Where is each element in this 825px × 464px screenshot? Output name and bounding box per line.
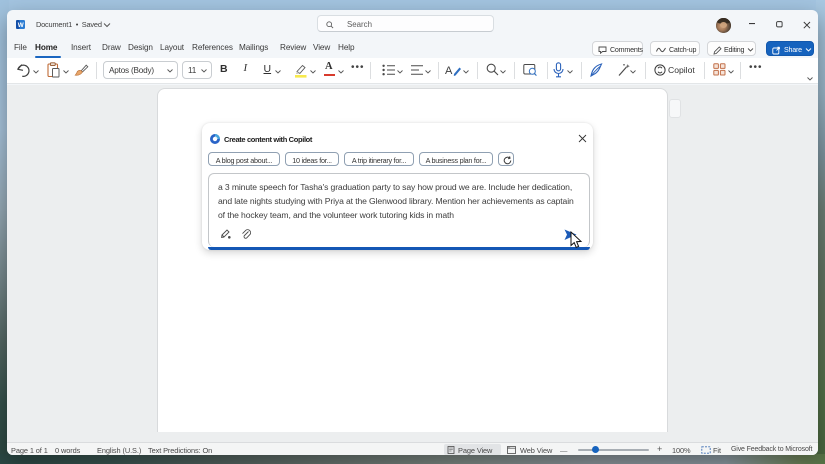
svg-text:W: W (17, 22, 23, 29)
svg-text:A: A (445, 65, 453, 77)
